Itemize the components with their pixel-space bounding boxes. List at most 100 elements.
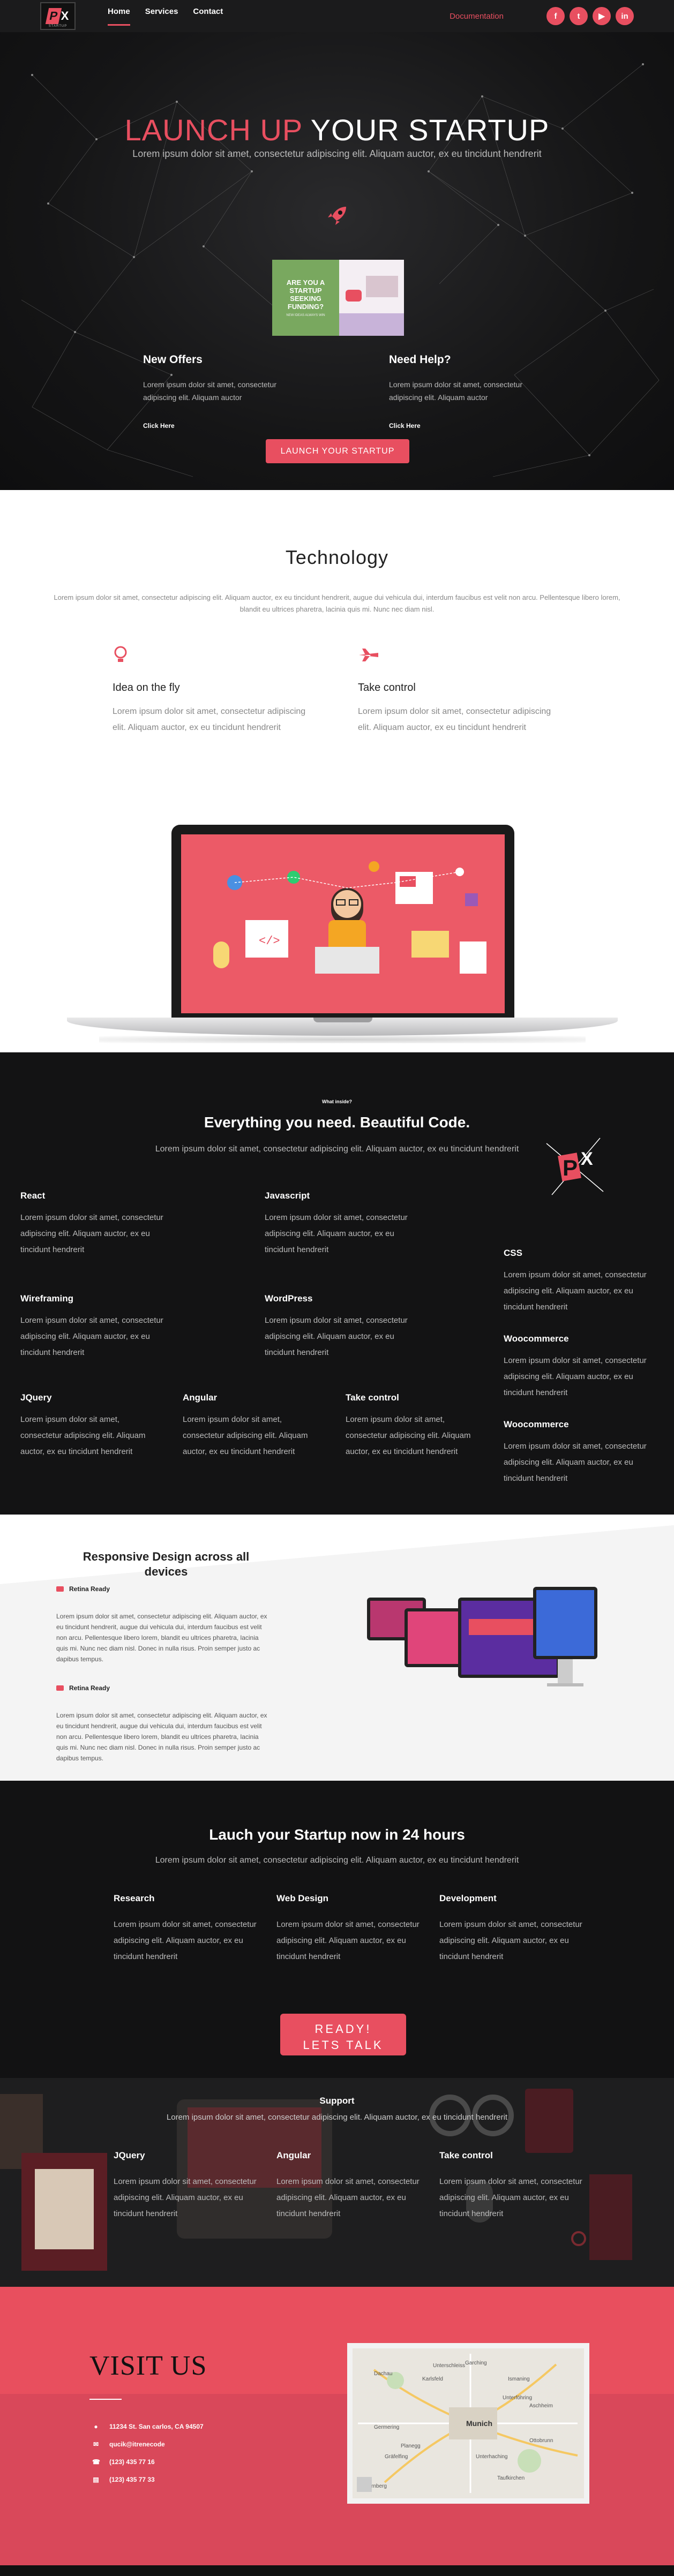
launch-column: Research Lorem ipsum dolor sit amet, con… bbox=[114, 1893, 258, 1965]
logo-mark: P bbox=[45, 8, 62, 24]
feature-text: Lorem ipsum dolor sit amet, consectetur … bbox=[20, 1415, 146, 1456]
map-place: Germering bbox=[374, 2424, 399, 2430]
map-city: Munich bbox=[466, 2419, 492, 2428]
airplane-icon bbox=[358, 645, 556, 667]
feature-title: Woocommerce bbox=[504, 1419, 569, 1429]
feature-label: Retina Ready bbox=[69, 1684, 110, 1692]
feature-item: WordPress Lorem ipsum dolor sit amet, co… bbox=[265, 1293, 409, 1361]
section-title: Technology bbox=[285, 546, 389, 568]
feature-label: Retina Ready bbox=[69, 1585, 110, 1593]
lets-talk-button[interactable]: READY! LETS TALK bbox=[280, 2014, 406, 2055]
laptop-shadow bbox=[99, 1036, 586, 1043]
map-place: Unterföhring bbox=[503, 2395, 532, 2401]
feature-item: JQuery Lorem ipsum dolor sit amet, conse… bbox=[20, 1392, 149, 1460]
feature-text: Lorem ipsum dolor sit amet, consectetur … bbox=[183, 1415, 308, 1456]
contact-text: (123) 435 77 33 bbox=[109, 2476, 155, 2483]
hero-column-new-offers: New Offers Lorem ipsum dolor sit amet, c… bbox=[143, 353, 288, 430]
what-inside-section: What inside? Everything you need. Beauti… bbox=[0, 1052, 674, 1515]
social-links: f t ▶ in bbox=[546, 7, 634, 25]
laptop-notch bbox=[313, 1018, 372, 1022]
hero-section: LAUNCH UP YOUR STARTUP Lorem ipsum dolor… bbox=[0, 32, 674, 490]
nav-link-home[interactable]: Home bbox=[108, 7, 130, 26]
feature-item: Wireframing Lorem ipsum dolor sit amet, … bbox=[20, 1293, 165, 1361]
column-title: Angular bbox=[276, 2150, 311, 2160]
feature-retina-ready: Retina Ready Lorem ipsum dolor sit amet,… bbox=[56, 1684, 268, 1764]
map-place: Karlsfeld bbox=[422, 2376, 443, 2382]
map-place: Ismaning bbox=[508, 2376, 530, 2382]
brand-logo[interactable]: P X STARTUP bbox=[40, 2, 76, 30]
devices-illustration bbox=[367, 1587, 597, 1686]
linkedin-icon[interactable]: in bbox=[616, 7, 634, 25]
column-title: Development bbox=[439, 1893, 497, 1903]
feature-item: React Lorem ipsum dolor sit amet, consec… bbox=[20, 1191, 165, 1258]
hero-column-title: Need Help? bbox=[389, 353, 451, 366]
hero-column-title: New Offers bbox=[143, 353, 203, 366]
column-text: Lorem ipsum dolor sit amet, consectetur … bbox=[114, 2177, 257, 2218]
section-intro: Lorem ipsum dolor sit amet, consectetur … bbox=[155, 1856, 519, 1865]
location-map[interactable]: Munich Garching Dachau Karlsfeld Ismanin… bbox=[347, 2343, 589, 2504]
developer-illustration: </> bbox=[213, 861, 486, 974]
map-thumbnail[interactable] bbox=[357, 2477, 372, 2492]
launch-startup-button[interactable]: LAUNCH YOUR STARTUP bbox=[266, 439, 409, 463]
support-title: Support bbox=[319, 2096, 355, 2106]
nav-link-contact[interactable]: Contact bbox=[193, 7, 223, 26]
click-here-link[interactable]: Click Here bbox=[143, 422, 288, 430]
contact-text[interactable]: (123) 435 77 16 bbox=[109, 2458, 155, 2466]
bottom-column: JQuery Lorem ipsum dolor sit amet, conse… bbox=[114, 2150, 258, 2222]
click-here-link[interactable]: Click Here bbox=[389, 422, 534, 430]
feature-text: Lorem ipsum dolor sit amet, consectetur … bbox=[20, 1316, 163, 1357]
feature-text: Lorem ipsum dolor sit amet, consectetur … bbox=[265, 1316, 408, 1357]
feature-title: Idea on the fly bbox=[113, 682, 180, 694]
feature-item: Woocommerce Lorem ipsum dolor sit amet, … bbox=[504, 1334, 648, 1401]
hero-column-text: Lorem ipsum dolor sit amet, consectetur … bbox=[143, 380, 276, 402]
contact-email: ✉ qucik@itrenecode bbox=[92, 2441, 165, 2448]
technology-section: Technology Lorem ipsum dolor sit amet, c… bbox=[0, 490, 674, 1052]
feature-text: Lorem ipsum dolor sit amet, consectetur … bbox=[504, 1356, 647, 1397]
feature-title: CSS bbox=[504, 1248, 522, 1258]
feature-text: Lorem ipsum dolor sit amet, consectetur … bbox=[504, 1442, 647, 1483]
contact-text[interactable]: qucik@itrenecode bbox=[109, 2441, 165, 2448]
launch-column: Development Lorem ipsum dolor sit amet, … bbox=[439, 1893, 584, 1965]
feature-title: React bbox=[20, 1191, 46, 1201]
phone-icon: ☎ bbox=[92, 2458, 100, 2466]
nav-link-services[interactable]: Services bbox=[145, 7, 178, 26]
map-place: Dachau bbox=[374, 2371, 392, 2377]
feature-title: JQuery bbox=[20, 1392, 52, 1403]
responsive-section: Responsive Design across all devices Ret… bbox=[0, 1515, 674, 1781]
title-underline bbox=[89, 2399, 122, 2400]
feature-item: Woocommerce Lorem ipsum dolor sit amet, … bbox=[504, 1419, 648, 1487]
launch-column: Web Design Lorem ipsum dolor sit amet, c… bbox=[276, 1893, 421, 1965]
rocket-icon bbox=[325, 204, 349, 234]
promo-video[interactable]: ARE YOU A STARTUP SEEKING FUNDING? NEW I… bbox=[272, 260, 404, 336]
column-title: JQuery bbox=[114, 2150, 145, 2160]
monitor-icon bbox=[56, 1586, 64, 1592]
feature-title: WordPress bbox=[265, 1293, 313, 1304]
feature-text: Lorem ipsum dolor sit amet, consectetur … bbox=[20, 1213, 163, 1254]
bottom-column: Take control Lorem ipsum dolor sit amet,… bbox=[439, 2150, 584, 2222]
px-logo-icon: P X bbox=[546, 1138, 604, 1195]
feature-title: Angular bbox=[183, 1392, 218, 1403]
svg-text:X: X bbox=[581, 1149, 593, 1169]
section-kicker: What inside? bbox=[322, 1099, 352, 1104]
twitter-icon[interactable]: t bbox=[570, 7, 588, 25]
envelope-icon: ✉ bbox=[93, 2441, 99, 2448]
play-icon[interactable] bbox=[346, 290, 362, 302]
column-text: Lorem ipsum dolor sit amet, consectetur … bbox=[276, 2177, 420, 2218]
support-text: Lorem ipsum dolor sit amet, consectetur … bbox=[166, 2113, 508, 2122]
youtube-icon[interactable]: ▶ bbox=[593, 7, 611, 25]
video-headline: ARE YOU A STARTUP SEEKING FUNDING? bbox=[286, 278, 325, 311]
laptop-screen: </> bbox=[171, 825, 514, 1023]
documentation-link[interactable]: Documentation bbox=[450, 12, 504, 21]
fax-icon: ▤ bbox=[93, 2476, 99, 2483]
laptop-illustration: </> bbox=[67, 825, 618, 1044]
map-pin-icon: ● bbox=[94, 2423, 98, 2430]
hero-title-white: YOUR STARTUP bbox=[310, 113, 550, 147]
feature-take-control: Take control Lorem ipsum dolor sit amet,… bbox=[358, 645, 556, 736]
feature-title: Wireframing bbox=[20, 1293, 74, 1304]
facebook-icon[interactable]: f bbox=[546, 7, 565, 25]
map-place: Planegg bbox=[401, 2443, 421, 2449]
column-title: Web Design bbox=[276, 1893, 328, 1903]
column-title: Research bbox=[114, 1893, 155, 1903]
nav-links: Home Services Contact bbox=[108, 7, 223, 26]
hero-column-text: Lorem ipsum dolor sit amet, consectetur … bbox=[389, 380, 522, 402]
